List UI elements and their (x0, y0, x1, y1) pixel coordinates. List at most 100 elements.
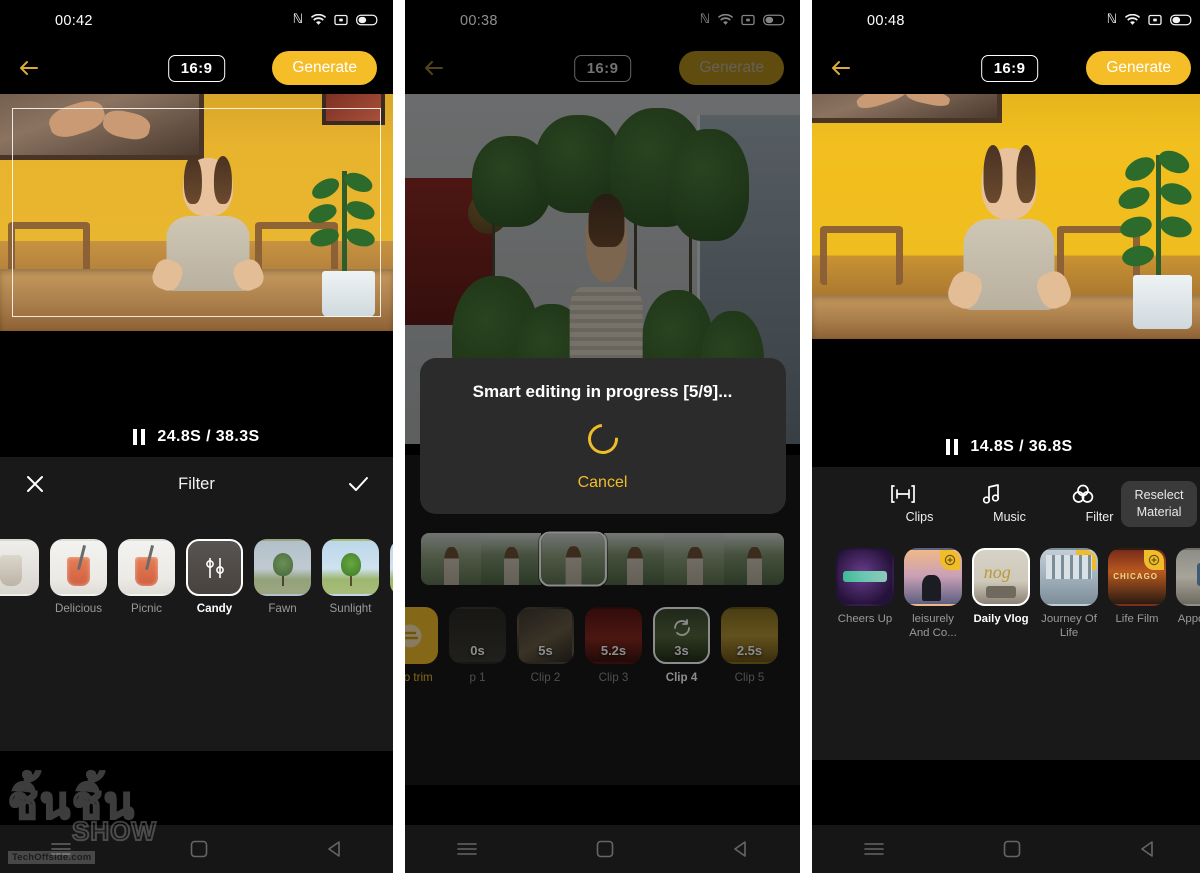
home-icon[interactable] (596, 840, 614, 858)
nfc-icon: ℕ (1106, 12, 1117, 27)
template-item[interactable]: Appointment (1176, 548, 1200, 640)
status-icons: ℕ (1107, 12, 1193, 27)
template-label: leisurely And Co... (909, 613, 957, 639)
top-bar-1: 16:9 Generate (0, 42, 393, 94)
phone-panel-2: 00:38 ℕ 16:9 Generate o trim 0s p 1 5s C… (405, 0, 800, 873)
wifi-icon (1125, 13, 1140, 26)
status-time: 00:48 (867, 13, 905, 29)
nfc-icon: ℕ (292, 12, 303, 27)
sliders-icon (188, 541, 241, 594)
pro-badge-icon (940, 550, 960, 570)
aspect-ratio-button[interactable]: 16:9 (167, 54, 226, 82)
reselect-material-button[interactable]: Reselect Material (1121, 481, 1197, 527)
filter-item[interactable]: Sunlight (322, 539, 379, 615)
person-subject (943, 145, 1076, 313)
filter-list[interactable]: Delicious Picnic Candy Fawn Sunlight (0, 511, 393, 615)
video-preview-1[interactable] (0, 94, 393, 417)
player-bar-3: 14.8S / 36.8S (812, 427, 1200, 467)
filter-sheet-header: Filter (0, 457, 393, 511)
loading-spinner (581, 417, 624, 461)
battery-icon (1170, 14, 1193, 26)
template-item-selected[interactable]: nog Daily Vlog (972, 548, 1030, 640)
filter-thumbnail (254, 539, 311, 596)
filter-label: Natural (390, 602, 393, 615)
tool-music[interactable]: Music (980, 483, 1040, 524)
back-triangle-icon[interactable] (732, 840, 750, 858)
template-item[interactable]: Journey Of Life (1040, 548, 1098, 640)
template-label: Appointment (1177, 613, 1200, 625)
screenshot-stage: 00:42 ℕ 16:9 Generate 24.8S / 38.3S Filt… (0, 0, 1200, 873)
home-icon[interactable] (190, 840, 208, 858)
filter-sheet-title: Filter (178, 474, 215, 493)
template-thumbnail (904, 548, 962, 606)
tool-clips[interactable]: Clips (890, 483, 950, 524)
template-label: Daily Vlog (973, 613, 1029, 625)
template-thumbnail: nog (972, 548, 1030, 606)
filter-item[interactable]: Picnic (118, 539, 175, 615)
potted-plant (303, 165, 389, 317)
filter-item-candy[interactable]: Candy (186, 539, 243, 615)
filter-thumbnail (50, 539, 107, 596)
filter-label: Sunlight (329, 602, 372, 615)
cancel-button[interactable]: Cancel (420, 474, 786, 492)
editor-toolbar-sheet: Clips Music Filter Reselect Material Che… (812, 467, 1200, 760)
screen-record-icon (1148, 14, 1162, 26)
wall-artwork (812, 94, 1002, 124)
generate-button[interactable]: Generate (1086, 51, 1191, 85)
template-item[interactable]: CHICAGO Life Film (1108, 548, 1166, 640)
filter-label: Candy (196, 602, 233, 615)
dialog-title: Smart editing in progress [5/9]... (472, 382, 733, 401)
battery-icon (356, 14, 379, 26)
status-icons: ℕ (293, 12, 379, 27)
menu-icon[interactable] (456, 841, 478, 857)
template-label: Journey Of Life (1041, 613, 1097, 639)
template-thumbnail: CHICAGO (1108, 548, 1166, 606)
back-arrow-icon[interactable] (16, 58, 42, 78)
menu-icon[interactable] (50, 841, 72, 857)
filter-thumbnail (118, 539, 175, 596)
video-scene-cafe (812, 94, 1200, 339)
phone-panel-1: 00:42 ℕ 16:9 Generate 24.8S / 38.3S Filt… (0, 0, 393, 873)
template-item[interactable]: leisurely And Co... (904, 548, 962, 640)
filter-label: Picnic (131, 602, 162, 615)
wall-artwork (0, 94, 205, 161)
system-navbar-2 (405, 825, 800, 873)
status-bar-1: 00:42 ℕ (0, 0, 393, 42)
pro-badge-icon (1076, 550, 1096, 570)
video-scene-cafe (0, 94, 393, 331)
filter-item[interactable]: Delicious (50, 539, 107, 615)
generate-button[interactable]: Generate (272, 51, 377, 85)
template-thumbnail (1040, 548, 1098, 606)
chair-left (819, 226, 903, 286)
close-icon[interactable] (24, 473, 46, 495)
filter-item[interactable]: Natural (390, 539, 393, 615)
menu-icon[interactable] (863, 841, 885, 857)
pause-icon[interactable] (133, 429, 146, 445)
watermark-thai-text: ชิ้นชิ้น (7, 778, 136, 829)
back-arrow-icon[interactable] (828, 58, 854, 78)
check-icon[interactable] (347, 473, 369, 495)
tool-label: Music (993, 510, 1026, 524)
template-thumbnail (1176, 548, 1200, 606)
pause-icon[interactable] (946, 439, 959, 455)
filter-item[interactable] (0, 539, 39, 602)
back-triangle-icon[interactable] (326, 840, 344, 858)
phone-panel-3: 00:48 ℕ 16:9 Generate 14.8S / 36.8S Clip… (812, 0, 1200, 873)
filter-item[interactable]: Fawn (254, 539, 311, 615)
progress-dialog: Smart editing in progress [5/9]... Cance… (419, 358, 786, 514)
aspect-ratio-button[interactable]: 16:9 (980, 54, 1039, 82)
back-triangle-icon[interactable] (1139, 840, 1157, 858)
video-preview-3[interactable] (812, 94, 1200, 427)
player-bar-1: 24.8S / 38.3S (0, 417, 393, 457)
filter-sheet: Filter Delicious Picnic Candy Fawn Sunli… (0, 457, 393, 751)
filter-label: Delicious (54, 602, 103, 615)
template-thumbnail (836, 548, 894, 606)
person-subject (148, 155, 268, 294)
panel-divider-2 (800, 0, 812, 873)
pro-badge-icon (1144, 550, 1164, 570)
template-item[interactable]: Cheers Up (836, 548, 894, 640)
system-navbar-1 (0, 825, 393, 873)
system-navbar-3 (812, 825, 1200, 873)
home-icon[interactable] (1003, 840, 1021, 858)
template-list[interactable]: Cheers Up leisurely And Co... nog Daily … (836, 548, 1200, 640)
